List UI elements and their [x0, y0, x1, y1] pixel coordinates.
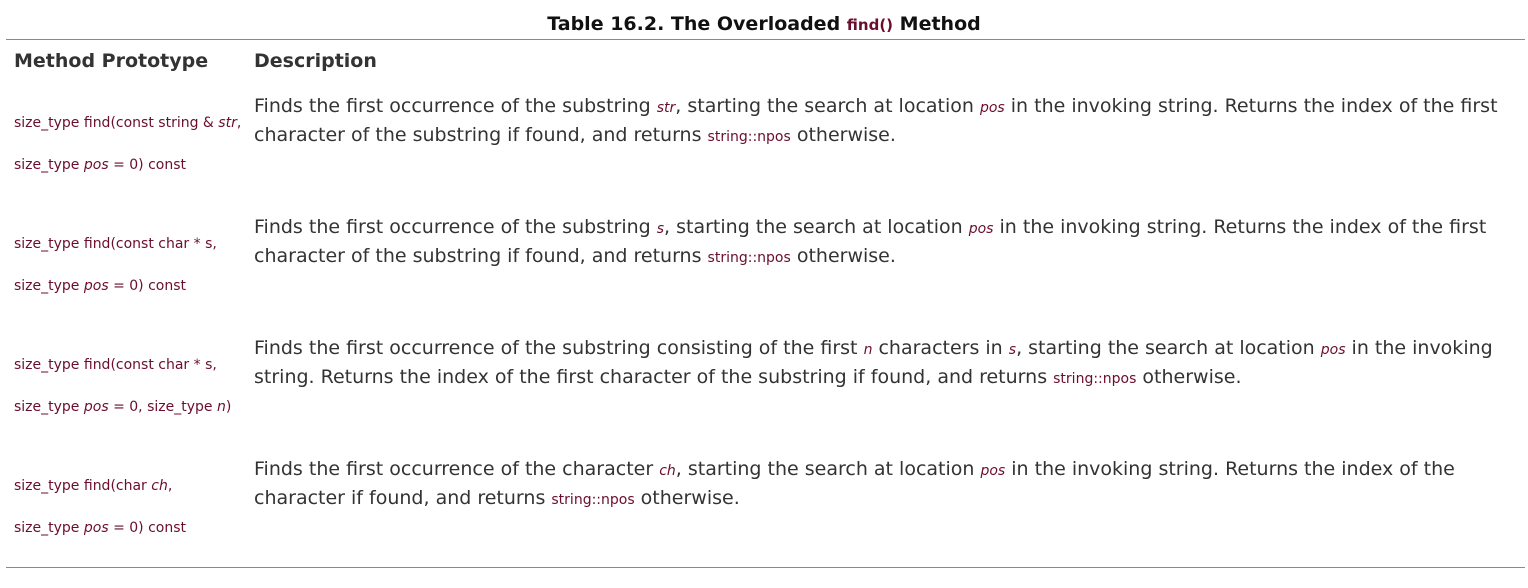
description-var: pos — [1320, 342, 1346, 358]
description-text: otherwise. — [790, 124, 896, 146]
caption-suffix: Method — [899, 13, 981, 35]
row-1-proto-line2: size_type pos = 0) const — [14, 278, 240, 294]
prototype-text: size_type — [14, 278, 84, 294]
description-var: pos — [979, 100, 1005, 116]
prototype-text: size_type find(const char * s, — [14, 236, 217, 252]
row-1-description: Finds the first occurrence of the substr… — [254, 214, 1516, 272]
description-text: Finds the first occurrence of the substr… — [254, 216, 657, 238]
description-text: Finds the first occurrence of the charac… — [254, 458, 660, 480]
description-text: , starting the search at location — [664, 216, 969, 238]
prototype-text: size_type — [14, 157, 84, 173]
prototype-text: size_type — [14, 520, 84, 536]
description-text: otherwise. — [790, 245, 896, 267]
header-description: Description — [254, 50, 377, 72]
prototype-text: = 0) const — [108, 520, 186, 536]
description-text: , starting the search at location — [1016, 337, 1321, 359]
row-1-proto-line1: size_type find(const char * s, — [14, 236, 240, 252]
prototype-param: n — [216, 399, 226, 415]
prototype-text: , — [167, 478, 173, 494]
prototype-text: size_type find(const char * s, — [14, 357, 217, 373]
prototype-param: pos — [83, 399, 109, 415]
prototype-param: pos — [83, 520, 109, 536]
prototype-text: = 0) const — [108, 278, 186, 294]
prototype-text: , — [237, 115, 240, 131]
header-prototype: Method Prototype — [14, 50, 209, 72]
row-3-proto-line2: size_type pos = 0) const — [14, 520, 240, 536]
row-0-description: Finds the first occurrence of the substr… — [254, 93, 1516, 151]
description-code: string::npos — [551, 492, 635, 508]
row-0-proto-line1: size_type find(const string & str, — [14, 115, 240, 131]
description-code: string::npos — [707, 129, 791, 145]
description-text: Finds the first occurrence of the substr… — [254, 337, 864, 359]
description-text: characters in — [872, 337, 1009, 359]
description-code: string::npos — [707, 250, 791, 266]
row-2-description: Finds the first occurrence of the substr… — [254, 335, 1516, 393]
description-var: s — [1008, 342, 1017, 358]
row-3-proto-line1: size_type find(char ch, — [14, 478, 240, 494]
description-text: Finds the first occurrence of the substr… — [254, 95, 657, 117]
description-code: string::npos — [1053, 371, 1137, 387]
prototype-text: = 0, size_type — [108, 399, 217, 415]
prototype-text: size_type — [14, 399, 84, 415]
prototype-text: ) — [225, 399, 232, 415]
top-rule — [6, 39, 1525, 40]
description-text: otherwise. — [1136, 366, 1242, 388]
row-2-proto-line2: size_type pos = 0, size_type n) — [14, 399, 240, 415]
description-var: str — [656, 100, 676, 116]
description-var: ch — [659, 463, 676, 479]
caption-code: find() — [846, 16, 894, 34]
description-text: , starting the search at location — [675, 458, 981, 480]
prototype-text: size_type find(char — [14, 478, 152, 494]
prototype-param: ch — [151, 478, 168, 494]
prototype-param: pos — [83, 157, 109, 173]
prototype-text: size_type find(const string & — [14, 115, 219, 131]
description-var: pos — [968, 221, 994, 237]
description-text: , starting the search at location — [675, 95, 980, 117]
description-var: s — [656, 221, 665, 237]
prototype-param: pos — [83, 278, 109, 294]
row-2-proto-line1: size_type find(const char * s, — [14, 357, 240, 373]
description-text: otherwise. — [634, 487, 740, 509]
prototype-text: = 0) const — [108, 157, 186, 173]
bottom-rule — [6, 567, 1525, 568]
caption-prefix: Table 16.2. The Overloaded — [547, 13, 841, 35]
row-3-description: Finds the first occurrence of the charac… — [254, 456, 1516, 514]
prototype-param: str — [218, 115, 237, 131]
row-0-proto-line2: size_type pos = 0) const — [14, 157, 240, 173]
table-caption: Table 16.2. The Overloaded find() Method — [0, 13, 1528, 35]
description-var: pos — [980, 463, 1006, 479]
